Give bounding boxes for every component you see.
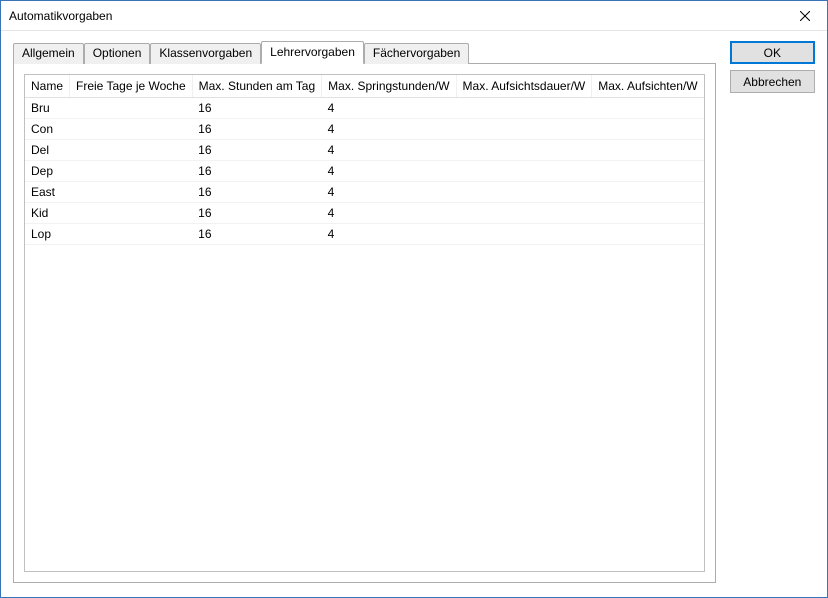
cell-max_aufsichtsdauer[interactable]	[456, 224, 592, 245]
cell-max_stunden[interactable]: 16	[192, 98, 322, 119]
cell-max_aufsichten[interactable]	[592, 203, 704, 224]
cell-name[interactable]: Kid	[25, 203, 70, 224]
cell-max_aufsichtsdauer[interactable]	[456, 182, 592, 203]
cell-max_aufsichtsdauer[interactable]	[456, 98, 592, 119]
cell-name[interactable]: Lop	[25, 224, 70, 245]
cell-freie_tage[interactable]	[70, 161, 193, 182]
col-header-max-aufsichten[interactable]: Max. Aufsichten/W	[592, 75, 704, 98]
teacher-grid[interactable]: Name Freie Tage je Woche Max. Stunden am…	[24, 74, 705, 572]
dialog-window: Automatikvorgaben Allgemein Optionen Kla…	[0, 0, 828, 598]
table-header-row: Name Freie Tage je Woche Max. Stunden am…	[25, 75, 704, 98]
cell-max_aufsichtsdauer[interactable]	[456, 140, 592, 161]
cell-max_stunden[interactable]: 16	[192, 140, 322, 161]
table-row[interactable]: East 164	[25, 182, 704, 203]
cell-max_spring[interactable]: 4	[322, 161, 456, 182]
col-header-max-stunden[interactable]: Max. Stunden am Tag	[192, 75, 322, 98]
button-panel: OK Abbrechen	[730, 41, 815, 583]
titlebar: Automatikvorgaben	[1, 1, 827, 31]
cell-freie_tage[interactable]	[70, 182, 193, 203]
cell-freie_tage[interactable]	[70, 98, 193, 119]
col-header-freie-tage[interactable]: Freie Tage je Woche	[70, 75, 193, 98]
cell-max_spring[interactable]: 4	[322, 224, 456, 245]
tabpage-lehrervorgaben: Name Freie Tage je Woche Max. Stunden am…	[13, 63, 716, 583]
main-area: Allgemein Optionen Klassenvorgaben Lehre…	[13, 41, 716, 583]
table-row[interactable]: Kid 164	[25, 203, 704, 224]
cell-max_aufsichten[interactable]	[592, 182, 704, 203]
table-row[interactable]: Bru 164	[25, 98, 704, 119]
table-row[interactable]: Con 164	[25, 119, 704, 140]
tabstrip: Allgemein Optionen Klassenvorgaben Lehre…	[13, 41, 716, 64]
cell-max_aufsichtsdauer[interactable]	[456, 161, 592, 182]
table-row[interactable]: Del 164	[25, 140, 704, 161]
cell-max_spring[interactable]: 4	[322, 98, 456, 119]
col-header-name[interactable]: Name	[25, 75, 70, 98]
cell-max_spring[interactable]: 4	[322, 119, 456, 140]
teacher-table: Name Freie Tage je Woche Max. Stunden am…	[25, 75, 704, 245]
tab-faechervorgaben[interactable]: Fächervorgaben	[364, 43, 469, 64]
cell-name[interactable]: East	[25, 182, 70, 203]
tab-klassenvorgaben[interactable]: Klassenvorgaben	[150, 43, 261, 64]
cell-max_stunden[interactable]: 16	[192, 203, 322, 224]
col-header-max-aufsichtsdauer[interactable]: Max. Aufsichtsdauer/W	[456, 75, 592, 98]
cell-max_aufsichtsdauer[interactable]	[456, 119, 592, 140]
cell-freie_tage[interactable]	[70, 140, 193, 161]
tab-optionen[interactable]: Optionen	[84, 43, 151, 64]
cell-max_stunden[interactable]: 16	[192, 161, 322, 182]
cell-freie_tage[interactable]	[70, 203, 193, 224]
client-area: Allgemein Optionen Klassenvorgaben Lehre…	[1, 31, 827, 597]
cell-max_aufsichten[interactable]	[592, 224, 704, 245]
table-row[interactable]: Lop 164	[25, 224, 704, 245]
cell-name[interactable]: Del	[25, 140, 70, 161]
cell-max_aufsichten[interactable]	[592, 140, 704, 161]
tab-allgemein[interactable]: Allgemein	[13, 43, 84, 64]
cell-max_aufsichtsdauer[interactable]	[456, 203, 592, 224]
close-button[interactable]	[782, 1, 827, 30]
cell-name[interactable]: Con	[25, 119, 70, 140]
cell-max_aufsichten[interactable]	[592, 161, 704, 182]
cell-freie_tage[interactable]	[70, 119, 193, 140]
cell-name[interactable]: Bru	[25, 98, 70, 119]
tab-lehrervorgaben[interactable]: Lehrervorgaben	[261, 41, 364, 64]
cell-max_aufsichten[interactable]	[592, 119, 704, 140]
window-title: Automatikvorgaben	[9, 9, 782, 23]
cell-max_spring[interactable]: 4	[322, 140, 456, 161]
table-row[interactable]: Dep 164	[25, 161, 704, 182]
cell-max_stunden[interactable]: 16	[192, 119, 322, 140]
cell-name[interactable]: Dep	[25, 161, 70, 182]
close-icon	[800, 11, 810, 21]
cell-max_spring[interactable]: 4	[322, 203, 456, 224]
cell-max_stunden[interactable]: 16	[192, 224, 322, 245]
cell-max_aufsichten[interactable]	[592, 98, 704, 119]
col-header-max-springstunden[interactable]: Max. Springstunden/W	[322, 75, 456, 98]
cell-max_stunden[interactable]: 16	[192, 182, 322, 203]
ok-button[interactable]: OK	[730, 41, 815, 64]
cell-freie_tage[interactable]	[70, 224, 193, 245]
cancel-button[interactable]: Abbrechen	[730, 70, 815, 93]
cell-max_spring[interactable]: 4	[322, 182, 456, 203]
